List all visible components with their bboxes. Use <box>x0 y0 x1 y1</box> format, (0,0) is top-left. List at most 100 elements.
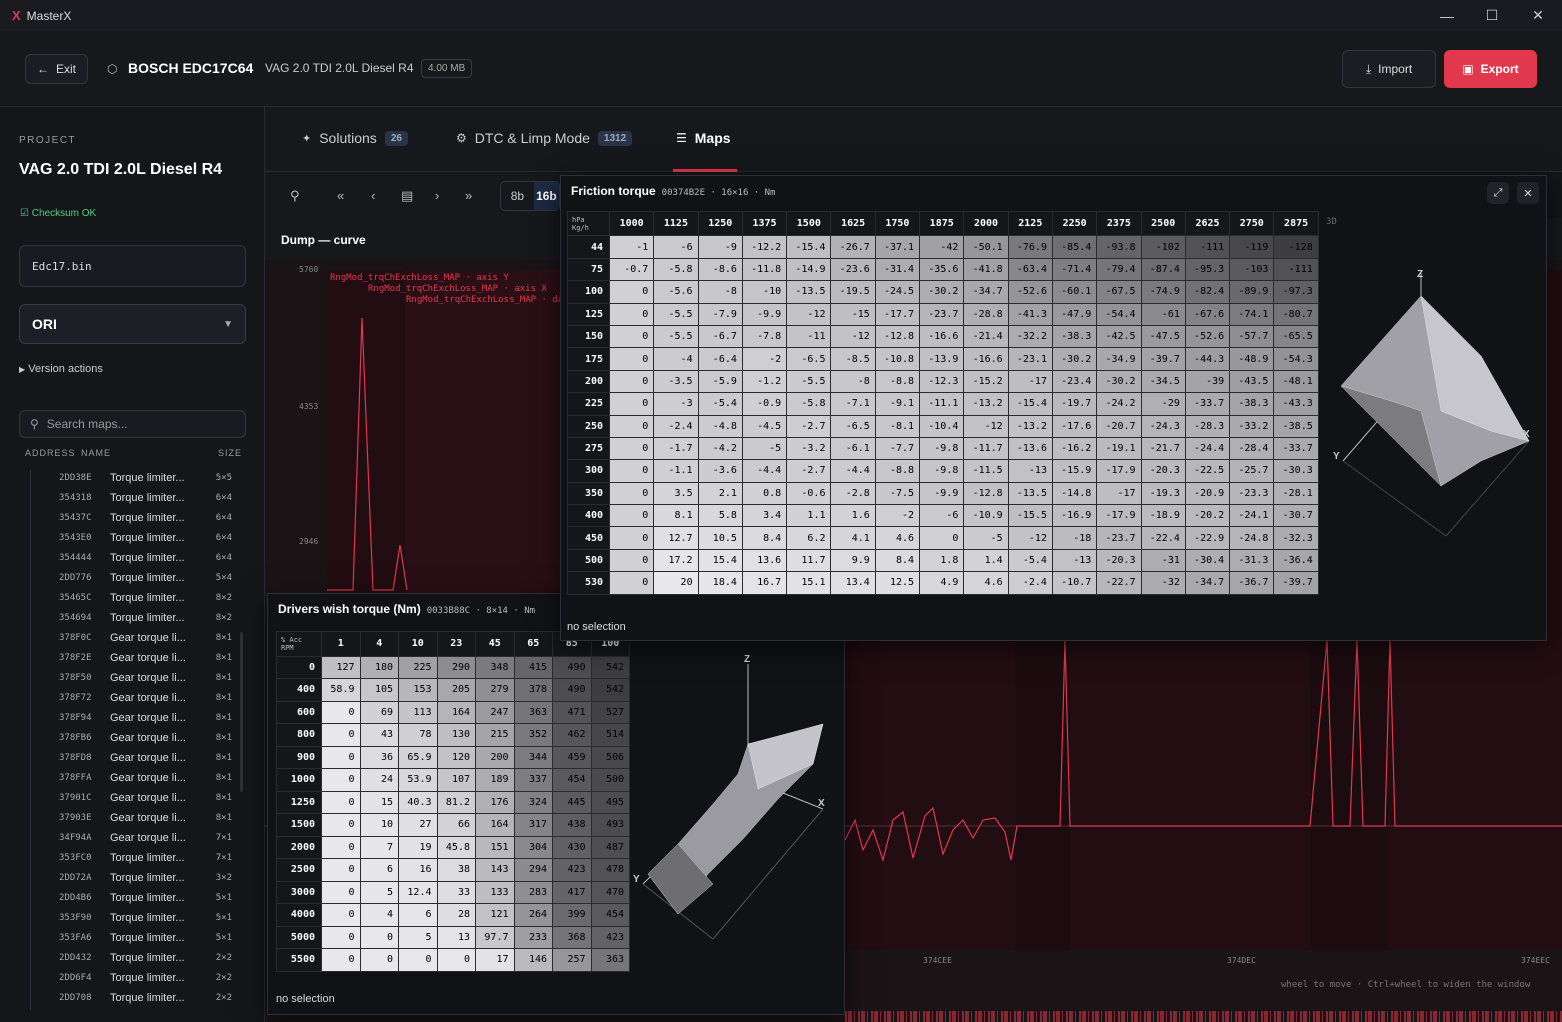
file-name-field[interactable]: Edc17.bin <box>19 245 246 287</box>
drivers-wish-panel[interactable]: Drivers wish torque (Nm) 0033B88C · 8×14 … <box>267 593 845 1015</box>
table-cell[interactable]: -5.8 <box>653 257 699 282</box>
table-cell[interactable]: -3.5 <box>653 369 699 394</box>
scrollbar-thumb[interactable] <box>240 632 243 792</box>
list-icon[interactable]: ▤ <box>401 188 413 204</box>
table-cell[interactable]: -18.9 <box>1140 504 1186 528</box>
map-list-item[interactable]: 378FD8 Gear torque li... 8×1 <box>31 750 240 770</box>
table-cell[interactable]: 176 <box>475 790 515 814</box>
table-cell[interactable]: 53.9 <box>398 768 438 792</box>
table-cell[interactable]: -5.6 <box>653 280 699 304</box>
table-cell[interactable]: 0 <box>321 880 361 904</box>
table-cell[interactable]: -13.5 <box>786 280 832 304</box>
map-list-item[interactable]: 353FA6 Torque limiter... 5×1 <box>31 930 240 950</box>
table-cell[interactable]: 324 <box>513 790 553 814</box>
table-cell[interactable]: -43.3 <box>1273 392 1319 416</box>
table-cell[interactable]: -34.5 <box>1140 369 1186 394</box>
table-cell[interactable]: -24.1 <box>1229 504 1275 528</box>
table-cell[interactable]: -4.8 <box>697 414 743 438</box>
table-cell[interactable]: 0 <box>398 948 438 972</box>
table-cell[interactable]: -32.3 <box>1273 526 1319 550</box>
table-cell[interactable]: -12 <box>830 324 876 349</box>
table-cell[interactable]: -111 <box>1184 235 1231 259</box>
table-cell[interactable]: 38 <box>436 858 476 882</box>
table-cell[interactable]: -8 <box>830 369 876 394</box>
table-cell[interactable]: 65.9 <box>398 745 438 769</box>
table-cell[interactable]: 13.4 <box>830 571 876 595</box>
table-cell[interactable]: 97.7 <box>475 925 515 949</box>
table-cell[interactable]: 11.7 <box>786 548 832 573</box>
map-list-item[interactable]: 378FFA Gear torque li... 8×1 <box>31 770 240 790</box>
table-cell[interactable]: -93.8 <box>1096 235 1142 259</box>
table-cell[interactable]: -0.6 <box>786 481 832 506</box>
table-cell[interactable]: 0 <box>608 459 655 483</box>
table-cell[interactable]: -13.2 <box>963 392 1009 416</box>
table-cell[interactable]: -5.5 <box>786 369 832 394</box>
table-cell[interactable]: -2 <box>874 504 921 528</box>
table-cell[interactable]: -11.8 <box>741 257 788 282</box>
table-cell[interactable]: -52.6 <box>1007 280 1053 304</box>
table-cell[interactable]: -43.5 <box>1229 369 1275 394</box>
table-cell[interactable]: -33.2 <box>1229 414 1275 438</box>
table-cell[interactable]: 143 <box>475 858 515 882</box>
table-cell[interactable]: -6.4 <box>697 347 743 371</box>
map-list-item[interactable]: 378F2E Gear torque li... 8×1 <box>31 650 240 670</box>
table-cell[interactable]: -12.3 <box>919 369 965 394</box>
map-list-item[interactable]: 353F90 Torque limiter... 5×1 <box>31 910 240 930</box>
table-cell[interactable]: -39.7 <box>1140 347 1186 371</box>
table-cell[interactable]: 12.7 <box>653 526 699 550</box>
table-cell[interactable]: -11 <box>786 324 832 349</box>
table-cell[interactable]: 146 <box>513 948 553 972</box>
map-list-item[interactable]: 35465C Torque limiter... 8×2 <box>31 590 240 610</box>
table-cell[interactable]: -17 <box>1007 369 1053 394</box>
table-cell[interactable]: -8.8 <box>874 369 921 394</box>
table-cell[interactable]: 153 <box>398 678 438 702</box>
table-cell[interactable]: -65.5 <box>1273 324 1319 349</box>
table-cell[interactable]: -13.5 <box>1007 481 1053 506</box>
table-cell[interactable]: 69 <box>359 700 399 724</box>
table-cell[interactable]: 264 <box>513 903 553 927</box>
table-cell[interactable]: 445 <box>552 790 592 814</box>
table-cell[interactable]: 40.3 <box>398 790 438 814</box>
table-cell[interactable]: 78 <box>398 723 438 747</box>
map-list-item[interactable]: 378F94 Gear torque li... 8×1 <box>31 710 240 730</box>
table-cell[interactable]: 363 <box>513 700 553 724</box>
table-cell[interactable]: 490 <box>552 655 592 679</box>
table-cell[interactable]: 0 <box>321 903 361 927</box>
minimize-icon[interactable]: — <box>1424 0 1470 31</box>
table-cell[interactable]: 0 <box>608 526 655 550</box>
table-cell[interactable]: -38.5 <box>1273 414 1319 438</box>
table-cell[interactable]: -5 <box>741 436 788 461</box>
table-cell[interactable]: -5.5 <box>653 324 699 349</box>
table-cell[interactable]: -48.9 <box>1229 347 1275 371</box>
table-cell[interactable]: 36 <box>359 745 399 769</box>
table-cell[interactable]: -0.7 <box>608 257 655 282</box>
table-cell[interactable]: 0 <box>321 858 361 882</box>
table-cell[interactable]: -3.2 <box>786 436 832 461</box>
table-cell[interactable]: 3.5 <box>653 481 699 506</box>
table-cell[interactable]: -12.8 <box>874 324 921 349</box>
table-cell[interactable]: 0 <box>359 948 399 972</box>
table-cell[interactable]: -32.2 <box>1007 324 1053 349</box>
table-cell[interactable]: -128 <box>1273 235 1319 259</box>
friction-torque-3d[interactable]: Z X Y <box>1331 261 1541 541</box>
table-cell[interactable]: -24.5 <box>874 280 921 304</box>
table-cell[interactable]: -13 <box>1051 548 1098 573</box>
table-cell[interactable]: -17.7 <box>874 302 921 326</box>
table-cell[interactable]: 317 <box>513 813 553 837</box>
table-cell[interactable]: 2.1 <box>697 481 743 506</box>
table-cell[interactable]: 8.1 <box>653 504 699 528</box>
table-cell[interactable]: 0 <box>608 481 655 506</box>
close-window-icon[interactable]: ✕ <box>1515 0 1561 31</box>
table-cell[interactable]: 247 <box>475 700 515 724</box>
table-cell[interactable]: 81.2 <box>436 790 476 814</box>
table-cell[interactable]: -23.7 <box>1096 526 1142 550</box>
table-cell[interactable]: -9.8 <box>919 436 965 461</box>
table-cell[interactable]: -13.6 <box>1007 436 1053 461</box>
table-cell[interactable]: -44.3 <box>1184 347 1231 371</box>
table-cell[interactable]: -119 <box>1229 235 1275 259</box>
table-cell[interactable]: -3.6 <box>697 459 743 483</box>
table-cell[interactable]: -7.5 <box>874 481 921 506</box>
table-cell[interactable]: -20.3 <box>1096 548 1142 573</box>
table-cell[interactable]: -16.9 <box>1051 504 1098 528</box>
table-cell[interactable]: -52.6 <box>1184 324 1231 349</box>
